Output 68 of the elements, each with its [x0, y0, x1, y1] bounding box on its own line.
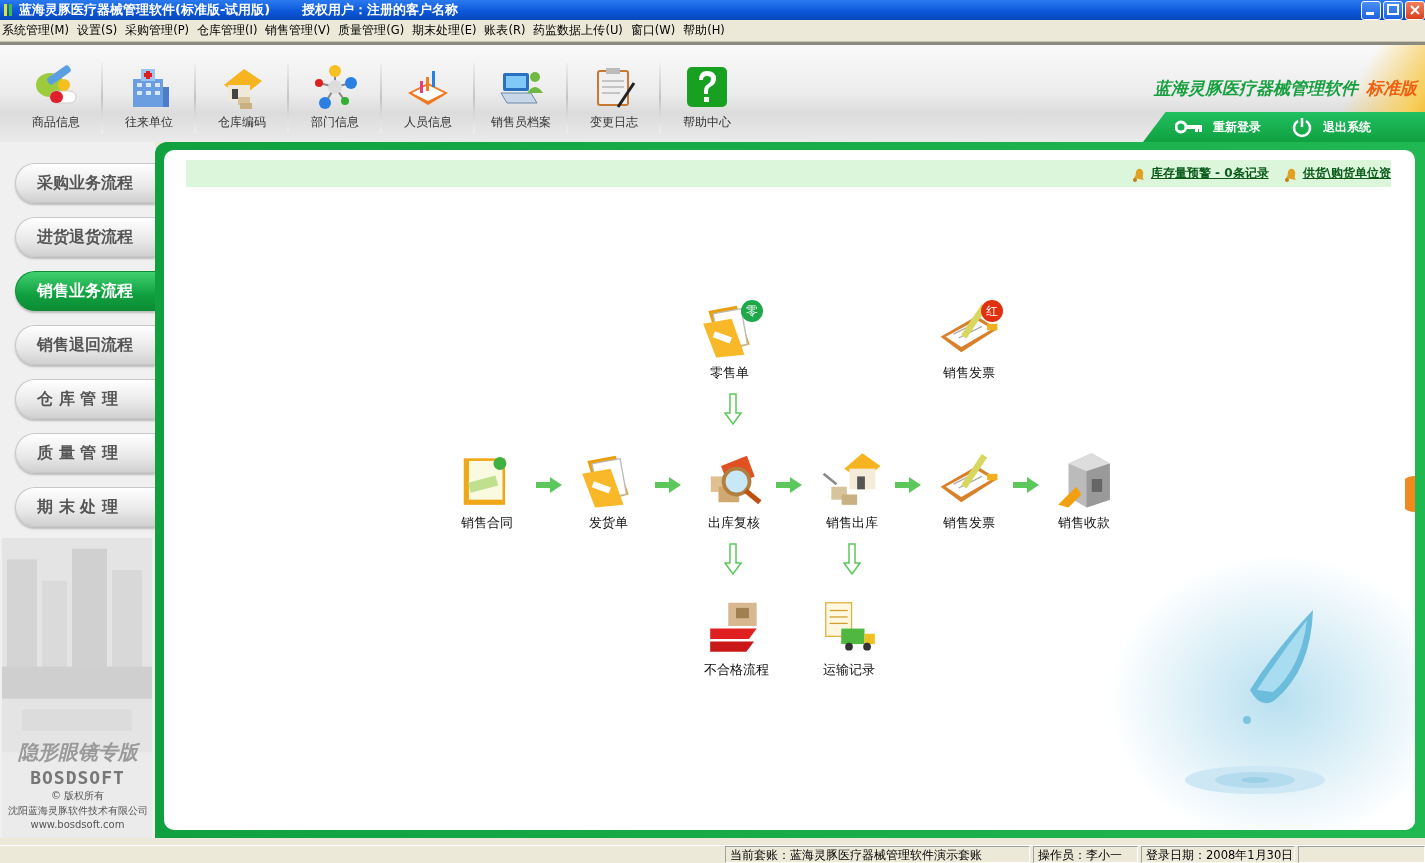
flow-node[interactable]: 销售收款 [1034, 448, 1134, 532]
sidebar-item[interactable]: 进货退货流程 [15, 217, 155, 257]
menu-item[interactable]: 账表(R) [482, 23, 532, 38]
close-button[interactable] [1405, 0, 1425, 20]
menu-item[interactable]: 期末处理(E) [410, 23, 483, 38]
arrow-icon [655, 477, 681, 493]
sidebar-item[interactable]: 期 末 处 理 [15, 487, 155, 527]
maximize-button[interactable] [1383, 0, 1403, 20]
company-name: 沈阳蓝海灵豚软件技术有限公司 [7, 804, 148, 818]
flow-node[interactable]: 红 销售发票 [919, 298, 1019, 382]
alert-link[interactable]: 供货\购货单位资 [1302, 165, 1391, 182]
menu-item[interactable]: 采购管理(P) [123, 23, 196, 38]
arrow-icon [895, 477, 921, 493]
status-field: 登录日期：2008年1月30日 [1141, 846, 1295, 863]
flow-node[interactable]: 销售出库 [802, 448, 902, 532]
sidebar-item[interactable]: 仓 库 管 理 [15, 379, 155, 419]
arrow-icon [536, 477, 562, 493]
key-icon [1175, 120, 1203, 134]
menu-item[interactable]: 仓库管理(I) [195, 23, 264, 38]
sidebar-item[interactable]: 质 量 管 理 [15, 433, 155, 473]
menu-item[interactable]: 质量管理(G) [336, 23, 411, 38]
company-logo: BOSDSOFT [30, 767, 125, 788]
menu-item[interactable]: 系统管理(M) [0, 23, 75, 38]
toolbar-button[interactable]: 人员信息 [382, 55, 473, 137]
flow-node[interactable]: 销售合同 [437, 448, 537, 532]
power-icon [1291, 116, 1313, 138]
minimize-icon [1366, 11, 1374, 15]
toolbar-button[interactable]: 商品信息 [10, 55, 101, 137]
licensed-user: 授权用户：注册的客户名称 [302, 1, 459, 19]
flow-node[interactable]: 发货单 [558, 448, 658, 532]
menu-item[interactable]: 设置(S) [74, 23, 124, 38]
menu-item[interactable]: 销售管理(V) [263, 23, 337, 38]
status-field: 操作员：李小一 [1033, 846, 1138, 863]
arrow-icon [724, 543, 742, 575]
maximize-icon [1385, 2, 1401, 18]
sidebar-item[interactable]: 销售退回流程 [15, 325, 155, 365]
minimize-button[interactable] [1361, 0, 1381, 20]
toolbar-button[interactable]: 部门信息 [289, 55, 380, 137]
toolbar-button[interactable]: 销售员档案 [475, 55, 566, 137]
flow-node[interactable]: 销售发票 [919, 448, 1019, 532]
flow-node[interactable]: 出库复核 [684, 448, 784, 532]
app-icon [3, 3, 15, 17]
product-label: 隐形眼镜专版 [17, 739, 138, 766]
arrow-icon [724, 393, 742, 425]
website-url: www.bosdsoft.com [30, 819, 125, 830]
toolbar-button[interactable]: 仓库编码 [196, 55, 287, 137]
brand-title: 蓝海灵豚医疗器械管理软件 [1154, 77, 1358, 100]
edition-label: 标准版 [1366, 77, 1417, 100]
arrow-icon [1013, 477, 1039, 493]
menu-item[interactable]: 帮助(H) [681, 23, 731, 38]
arrow-icon [776, 477, 802, 493]
toolbar-button[interactable]: 往来单位 [103, 55, 194, 137]
alert-link[interactable]: 库存量预警 - 0条记录 [1150, 165, 1269, 182]
status-field: 当前套账：蓝海灵豚医疗器械管理软件演示套账 [725, 846, 1030, 863]
copyright-text: © 版权所有 [50, 789, 105, 803]
toolbar-button[interactable]: 变更日志 [568, 55, 659, 137]
toolbar-button[interactable]: 帮助中心 [661, 55, 752, 137]
menu-item[interactable]: 药监数据上传(U) [531, 23, 629, 38]
node-tag: 红 [981, 300, 1003, 322]
side-handle-icon[interactable] [1405, 476, 1415, 512]
sidebar-item[interactable]: 采购业务流程 [15, 163, 155, 203]
flow-node[interactable]: 零 零售单 [679, 298, 779, 382]
flow-node[interactable]: 不合格流程 [686, 595, 786, 679]
menu-item[interactable]: 窗口(W) [628, 23, 682, 38]
node-tag: 零 [741, 300, 763, 322]
window-title: 蓝海灵豚医疗器械管理软件(标准版-试用版) [19, 1, 271, 19]
flow-node[interactable]: 运输记录 [799, 595, 899, 679]
arrow-icon [843, 543, 861, 575]
